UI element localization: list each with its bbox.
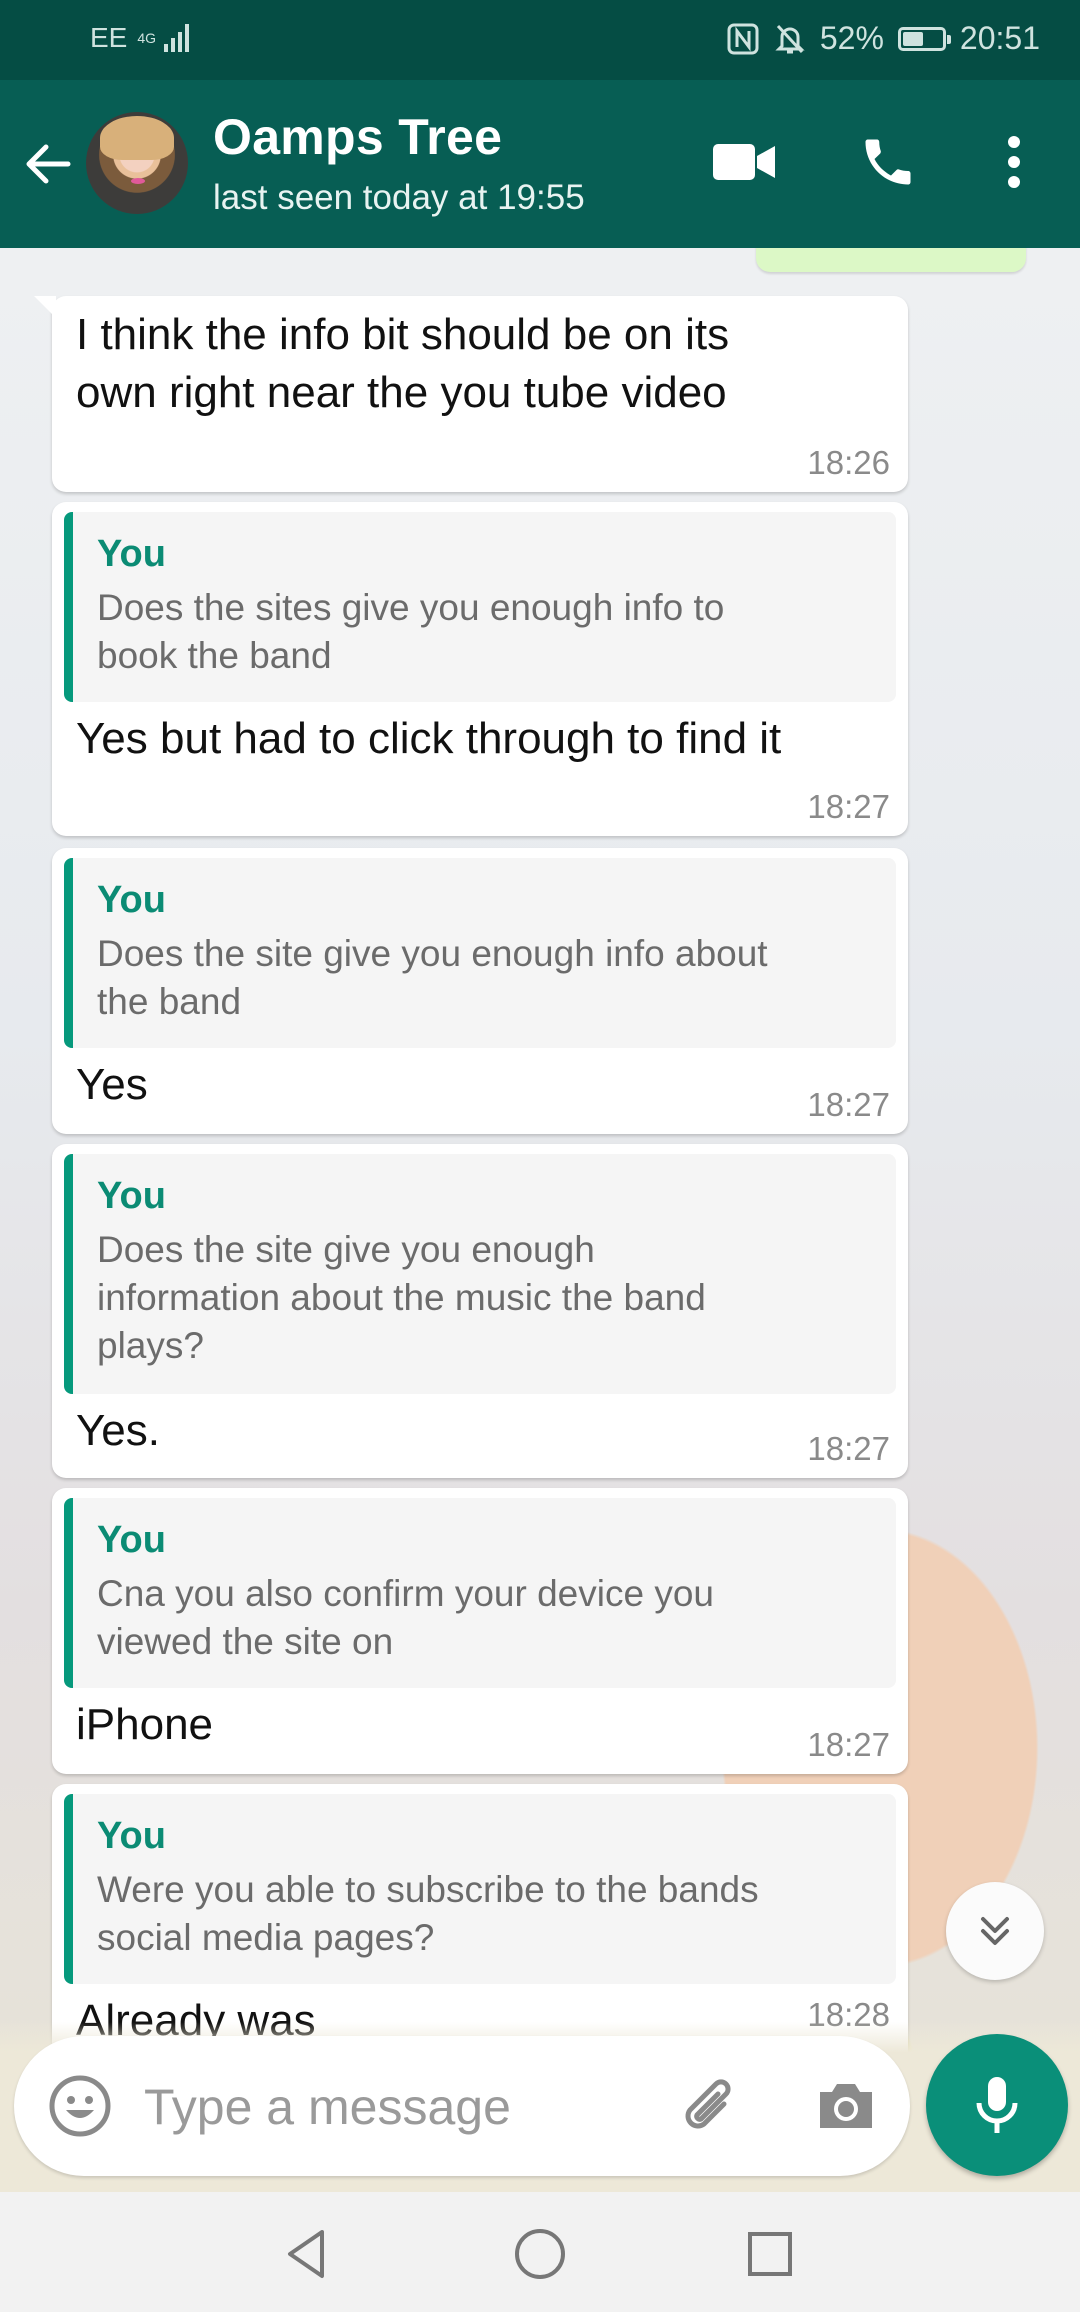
message-text: I think the info bit should be on its ow… (76, 306, 729, 422)
message-input[interactable] (142, 2066, 666, 2148)
system-nav-bar (0, 2192, 1080, 2312)
quote-text: Does the site give you enough info about… (97, 930, 872, 1026)
quote-author: You (97, 1519, 166, 1561)
video-call-button[interactable] (704, 122, 784, 202)
quoted-message[interactable]: You Cna you also confirm your device you… (64, 1498, 896, 1688)
quote-line: plays? (97, 1325, 204, 1366)
message-line: I think the info bit should be on its (76, 310, 730, 359)
nfc-icon (727, 23, 759, 54)
voice-message-button[interactable] (926, 2034, 1068, 2176)
quote-line: book the band (97, 635, 332, 676)
message-bubble[interactable]: You Does the site give you enough info a… (52, 848, 908, 1134)
avatar[interactable] (86, 112, 188, 214)
quote-text: Does the site give you enough informatio… (97, 1226, 872, 1370)
quote-line: Does the site give you enough (97, 1229, 595, 1270)
quote-line: Does the site give you enough info about (97, 933, 768, 974)
message-time: 18:27 (807, 1086, 890, 1123)
message-text: Yes but had to click through to find it (76, 714, 782, 763)
message-bubble[interactable]: You Does the site give you enough inform… (52, 1144, 908, 1478)
message-line: own right near the you tube video (76, 368, 727, 417)
outgoing-message-partial[interactable] (756, 248, 1026, 272)
mute-bell-icon (775, 24, 805, 53)
signal-icon (164, 24, 190, 52)
contact-name[interactable]: Oamps Tree (213, 108, 502, 166)
scroll-to-bottom-button[interactable] (946, 1882, 1044, 1980)
more-options-button[interactable] (974, 122, 1054, 202)
quoted-message[interactable]: You Does the sites give you enough info … (64, 512, 896, 702)
status-left: EE 4G (90, 22, 190, 54)
quote-author: You (97, 1175, 166, 1217)
quote-author: You (97, 1815, 166, 1857)
last-seen-status[interactable]: last seen today at 19:55 (213, 178, 585, 218)
quote-line: Were you able to subscribe to the bands (97, 1869, 759, 1910)
voice-call-button[interactable] (848, 122, 928, 202)
quote-line: Does the sites give you enough info to (97, 587, 725, 628)
nav-recents-icon[interactable] (738, 2222, 802, 2286)
quote-line: information about the music the band (97, 1277, 706, 1318)
chat-messages[interactable]: I think the info bit should be on its ow… (0, 248, 1080, 2192)
emoji-icon[interactable] (44, 2070, 116, 2142)
clock: 20:51 (959, 20, 1040, 56)
message-bubble[interactable]: You Does the sites give you enough info … (52, 502, 908, 836)
status-bar: EE 4G 52% 20:51 (0, 0, 1080, 80)
message-composer (14, 2036, 910, 2176)
battery-icon (897, 26, 951, 51)
message-time: 18:27 (807, 788, 890, 825)
carrier-label: EE (90, 22, 128, 53)
message-text: Yes. (76, 1406, 161, 1455)
quote-line: the band (97, 981, 242, 1022)
quoted-message[interactable]: You Does the site give you enough info a… (64, 858, 896, 1048)
message-time: 18:26 (807, 444, 890, 481)
network-label: 4G (137, 30, 157, 46)
quoted-message[interactable]: You Were you able to subscribe to the ba… (64, 1794, 896, 1984)
voice-call-icon (865, 139, 911, 185)
network-type: 4G (137, 31, 156, 45)
quote-line: social media pages? (97, 1917, 435, 1958)
back-arrow-icon[interactable] (18, 134, 78, 194)
chat-header: Oamps Tree last seen today at 19:55 (0, 80, 1080, 248)
nav-back-icon[interactable] (276, 2222, 340, 2286)
message-bubble[interactable]: You Cna you also confirm your device you… (52, 1488, 908, 1774)
quote-text: Cna you also confirm your device you vie… (97, 1570, 872, 1666)
quote-author: You (97, 533, 166, 575)
double-chevron-down-icon (981, 1917, 1009, 1945)
message-time: 18:27 (807, 1430, 890, 1467)
status-right: 52% 20:51 (726, 20, 1040, 57)
nav-home-icon[interactable] (508, 2222, 572, 2286)
quoted-message[interactable]: You Does the site give you enough inform… (64, 1154, 896, 1394)
quote-text: Does the sites give you enough info to b… (97, 584, 872, 680)
video-call-icon (713, 144, 775, 180)
quote-line: Cna you also confirm your device you (97, 1573, 714, 1614)
more-options-icon (1008, 136, 1020, 188)
quote-line: viewed the site on (97, 1621, 394, 1662)
microphone-icon (976, 2077, 1018, 2133)
camera-icon[interactable] (810, 2070, 882, 2142)
quote-author: You (97, 879, 166, 921)
message-text: Yes (76, 1060, 148, 1109)
message-time: 18:27 (807, 1726, 890, 1763)
battery-percent: 52% (819, 20, 884, 56)
quote-text: Were you able to subscribe to the bands … (97, 1866, 872, 1962)
message-bubble[interactable]: I think the info bit should be on its ow… (34, 296, 908, 492)
attach-paperclip-icon[interactable] (674, 2070, 746, 2142)
message-text: iPhone (76, 1700, 214, 1749)
